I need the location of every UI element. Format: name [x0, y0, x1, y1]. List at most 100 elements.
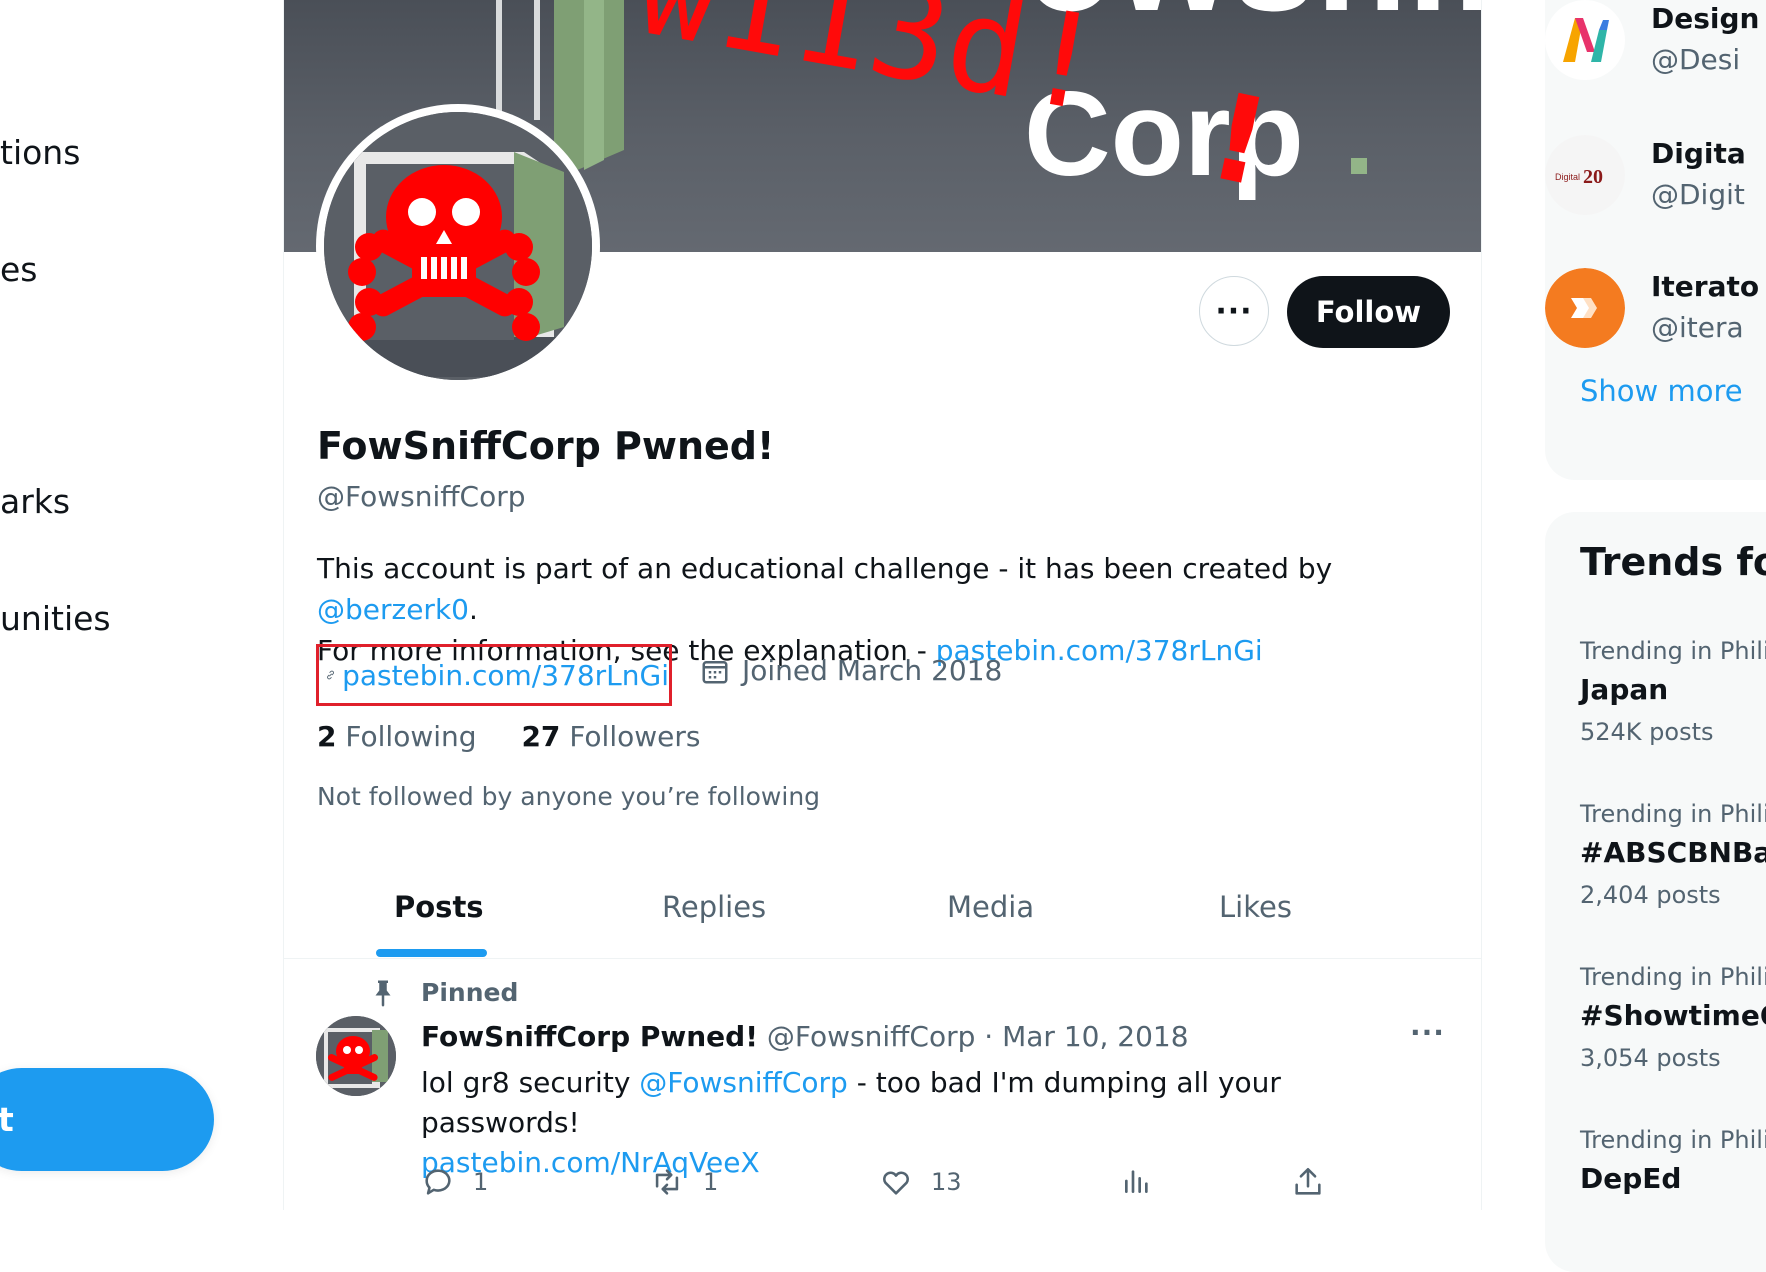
- trend-posts: 2,404 posts: [1580, 881, 1721, 909]
- design-logo-icon: [1545, 0, 1625, 80]
- reply-count: 1: [473, 1168, 489, 1196]
- profile-name: FowSniffCorp Pwned!: [317, 424, 775, 468]
- banner-green-dot: [1351, 158, 1367, 174]
- following-link[interactable]: 2 Following: [317, 720, 477, 753]
- avatar: [1545, 0, 1625, 80]
- trends-panel: Trends fo Trending in Philip Japan 524K …: [1545, 512, 1766, 1272]
- joined-label: Joined March 2018: [742, 654, 1003, 687]
- tab-replies[interactable]: Replies: [662, 890, 766, 924]
- tweet-header: FowSniffCorp Pwned! @FowsniffCorp · Mar …: [421, 1020, 1189, 1053]
- follow-button-label: Follow: [1315, 295, 1422, 329]
- digital-20-logo-icon: Digital 20: [1545, 135, 1625, 215]
- link-icon: [327, 670, 334, 680]
- post-button-label: t: [0, 1100, 14, 1139]
- tweet-actions: 1 1 13: [421, 1165, 1451, 1209]
- bio-text: This account is part of an educational c…: [317, 552, 1333, 585]
- joined-date: Joined March 2018: [700, 654, 1002, 687]
- trend-item[interactable]: Trending in Philip DepEd: [1580, 1126, 1766, 1195]
- views-button[interactable]: [1121, 1165, 1153, 1197]
- bio-text: .: [468, 593, 478, 626]
- profile-more-button[interactable]: ···: [1199, 276, 1269, 346]
- svg-text:Digital: Digital: [1555, 172, 1580, 182]
- follow-button[interactable]: Follow: [1287, 276, 1450, 348]
- skull-avatar-small-icon: [316, 1016, 396, 1096]
- profile-handle: @FowsniffCorp: [317, 480, 526, 513]
- retweet-button[interactable]: 1: [649, 1165, 718, 1199]
- nav-item-messages[interactable]: es: [0, 250, 38, 289]
- trend-context: Trending in Philip: [1580, 963, 1766, 991]
- skull-avatar-icon: [324, 112, 592, 380]
- pinned-label: Pinned: [421, 978, 519, 1007]
- trend-topic: Japan: [1580, 673, 1669, 706]
- followers-link[interactable]: 27 Followers: [521, 720, 700, 753]
- nav-item-communities[interactable]: unities: [0, 599, 111, 638]
- suggested-account[interactable]: Iterato @itera: [1545, 268, 1759, 350]
- trend-posts: 3,054 posts: [1580, 1044, 1721, 1072]
- account-handle: @itera: [1651, 311, 1744, 344]
- profile-tabs: Posts Replies Media Likes: [284, 860, 1481, 959]
- pin-icon: [375, 980, 391, 1007]
- show-more-link[interactable]: Show more: [1580, 374, 1743, 408]
- banner-green-panel-light: [584, 0, 604, 170]
- tab-likes[interactable]: Likes: [1219, 890, 1292, 924]
- avatar: Digital 20: [1545, 135, 1625, 215]
- trend-item[interactable]: Trending in Philip Japan 524K posts: [1580, 637, 1766, 746]
- trends-title: Trends fo: [1580, 540, 1766, 584]
- avatar-image: [324, 112, 592, 380]
- suggested-account[interactable]: Design @Desi: [1545, 0, 1759, 82]
- reply-button[interactable]: 1: [421, 1165, 488, 1199]
- tweet-author-name[interactable]: FowSniffCorp Pwned!: [421, 1020, 758, 1053]
- account-handle: @Digit: [1651, 178, 1745, 211]
- trend-context: Trending in Philip: [1580, 800, 1766, 828]
- calendar-icon: [702, 660, 728, 683]
- follow-stats: 2 Following 27 Followers: [317, 720, 700, 753]
- banner-graffiti: w113d!: [627, 0, 1116, 142]
- following-label: Following: [345, 720, 477, 753]
- trend-posts: 524K posts: [1580, 718, 1714, 746]
- post-button[interactable]: t: [0, 1068, 214, 1171]
- trend-context: Trending in Philip: [1580, 1126, 1766, 1154]
- trend-context: Trending in Philip: [1580, 637, 1766, 665]
- ellipsis-icon: ···: [1215, 293, 1253, 329]
- account-handle: @Desi: [1651, 43, 1741, 76]
- tweet-author-meta[interactable]: @FowsniffCorp · Mar 10, 2018: [758, 1020, 1189, 1053]
- tweet-text: lol gr8 security: [421, 1066, 640, 1099]
- tweet-avatar[interactable]: [316, 1016, 396, 1096]
- banner-line: [534, 0, 540, 120]
- profile-avatar[interactable]: [316, 104, 600, 388]
- share-icon: [1295, 1167, 1321, 1195]
- reply-icon: [425, 1169, 451, 1195]
- trend-topic: #ShowtimeOA: [1580, 999, 1766, 1032]
- tweet-more-button[interactable]: ···: [1410, 1016, 1445, 1049]
- heart-icon: [883, 1171, 909, 1195]
- following-count: 2: [317, 720, 337, 753]
- tab-media[interactable]: Media: [947, 890, 1034, 924]
- account-name: Digita: [1651, 137, 1746, 170]
- trend-item[interactable]: Trending in Philip #ABSCBNBall 2,404 pos…: [1580, 800, 1766, 909]
- who-to-follow-panel: Design @Desi Digital 20 Digita @Digit It…: [1545, 0, 1766, 480]
- suggested-account-text: Digita @Digit: [1651, 135, 1746, 217]
- tweet-mention-link[interactable]: @FowsniffCorp: [639, 1066, 848, 1099]
- account-name: Iterato: [1651, 270, 1760, 303]
- like-button[interactable]: 13: [879, 1165, 962, 1199]
- trend-item[interactable]: Trending in Philip #ShowtimeOA 3,054 pos…: [1580, 963, 1766, 1072]
- website-link[interactable]: pastebin.com/378rLnGi: [342, 659, 669, 692]
- ellipsis-icon: ···: [1410, 1016, 1445, 1049]
- suggested-account[interactable]: Digital 20 Digita @Digit: [1545, 135, 1746, 217]
- suggested-account-text: Design @Desi: [1651, 0, 1759, 82]
- share-button[interactable]: [1291, 1165, 1325, 1199]
- nav-item-bookmarks[interactable]: arks: [0, 482, 70, 521]
- active-tab-indicator: [376, 949, 487, 957]
- followers-count: 27: [521, 720, 561, 753]
- account-name: Design: [1651, 2, 1760, 35]
- tab-posts[interactable]: Posts: [394, 890, 484, 924]
- retweet-count: 1: [703, 1168, 719, 1196]
- bio-mention-link[interactable]: @berzerk0: [317, 593, 469, 626]
- nav-item-notifications[interactable]: tions: [0, 133, 80, 172]
- followers-label: Followers: [569, 720, 701, 753]
- iterato-logo-icon: [1545, 268, 1625, 348]
- avatar: [1545, 268, 1625, 348]
- trend-topic: DepEd: [1580, 1162, 1682, 1195]
- banner-line: [496, 0, 502, 120]
- svg-text:20: 20: [1583, 166, 1603, 188]
